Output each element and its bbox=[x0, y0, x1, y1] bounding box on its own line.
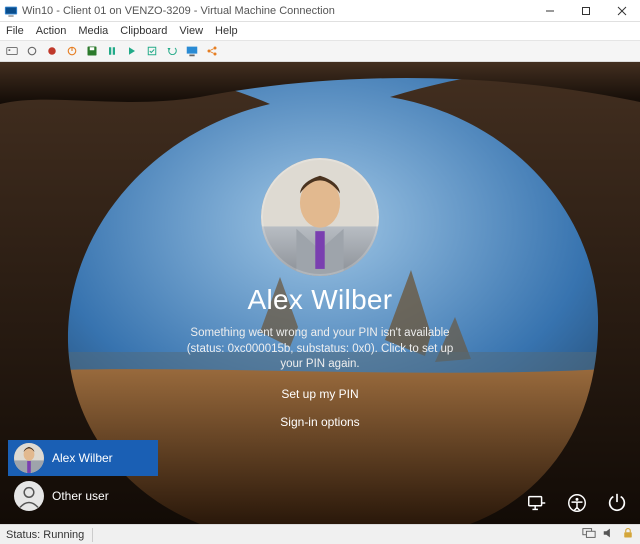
turnoff-icon[interactable] bbox=[44, 43, 60, 59]
menu-media[interactable]: Media bbox=[78, 25, 108, 37]
status-text: Status: Running bbox=[6, 529, 84, 541]
window-title: Win10 - Client 01 on VENZO-3209 - Virtua… bbox=[22, 5, 532, 17]
ease-of-access-icon[interactable] bbox=[566, 492, 588, 514]
pin-error-message: Something went wrong and your PIN isn't … bbox=[185, 326, 455, 373]
speaker-icon[interactable] bbox=[602, 526, 616, 543]
display-config-icon[interactable] bbox=[582, 526, 596, 543]
user-list: Alex Wilber Other user bbox=[8, 440, 158, 514]
menu-help[interactable]: Help bbox=[215, 25, 238, 37]
menubar: File Action Media Clipboard View Help bbox=[0, 22, 640, 40]
ctrl-alt-del-icon[interactable] bbox=[4, 43, 20, 59]
user-list-item[interactable]: Other user bbox=[8, 478, 158, 514]
menu-view[interactable]: View bbox=[179, 25, 203, 37]
toolbar bbox=[0, 40, 640, 62]
menu-file[interactable]: File bbox=[6, 25, 24, 37]
user-list-label: Alex Wilber bbox=[52, 451, 113, 465]
display-name: Alex Wilber bbox=[248, 284, 393, 316]
titlebar: Win10 - Client 01 on VENZO-3209 - Virtua… bbox=[0, 0, 640, 22]
enhanced-session-icon[interactable] bbox=[184, 43, 200, 59]
maximize-button[interactable] bbox=[568, 0, 604, 22]
user-avatar bbox=[261, 158, 379, 276]
sign-in-options-link[interactable]: Sign-in options bbox=[280, 415, 359, 429]
power-icon[interactable] bbox=[606, 492, 628, 514]
share-icon[interactable] bbox=[204, 43, 220, 59]
statusbar: Status: Running bbox=[0, 524, 640, 544]
user-avatar-small bbox=[14, 443, 44, 473]
start-icon[interactable] bbox=[24, 43, 40, 59]
pause-icon[interactable] bbox=[104, 43, 120, 59]
user-list-item[interactable]: Alex Wilber bbox=[8, 440, 158, 476]
menu-action[interactable]: Action bbox=[36, 25, 67, 37]
logon-system-icons bbox=[526, 492, 628, 514]
menu-clipboard[interactable]: Clipboard bbox=[120, 25, 167, 37]
lock-icon bbox=[622, 526, 634, 543]
checkpoint-icon[interactable] bbox=[144, 43, 160, 59]
generic-user-icon bbox=[14, 481, 44, 511]
set-up-pin-link[interactable]: Set up my PIN bbox=[281, 387, 358, 401]
close-button[interactable] bbox=[604, 0, 640, 22]
vm-icon bbox=[4, 4, 18, 18]
reset-icon[interactable] bbox=[124, 43, 140, 59]
network-icon[interactable] bbox=[526, 492, 548, 514]
minimize-button[interactable] bbox=[532, 0, 568, 22]
shutdown-icon[interactable] bbox=[64, 43, 80, 59]
guest-display[interactable]: Alex Wilber Something went wrong and you… bbox=[0, 62, 640, 524]
user-list-label: Other user bbox=[52, 489, 109, 503]
save-icon[interactable] bbox=[84, 43, 100, 59]
window-controls bbox=[532, 0, 640, 22]
revert-icon[interactable] bbox=[164, 43, 180, 59]
